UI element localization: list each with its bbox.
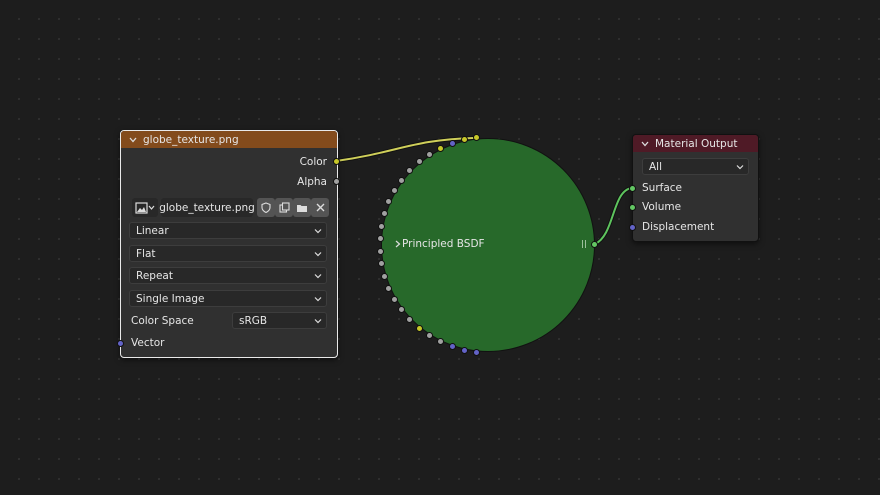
bsdf-input-socket[interactable] bbox=[448, 343, 456, 351]
bsdf-input-socket[interactable] bbox=[415, 324, 423, 332]
extension-value: Repeat bbox=[136, 269, 173, 282]
collapsed-grip-icon bbox=[582, 240, 583, 248]
bsdf-input-socket[interactable] bbox=[378, 222, 386, 230]
bsdf-input-socket[interactable] bbox=[425, 150, 433, 158]
link-bsdf-to-surface[interactable] bbox=[593, 186, 633, 246]
source-value: Single Image bbox=[136, 292, 205, 305]
bsdf-input-socket[interactable] bbox=[460, 346, 468, 354]
displacement-input-label: Displacement bbox=[642, 221, 715, 233]
collapse-chevron-icon[interactable] bbox=[129, 136, 137, 144]
image-selector: globe_texture.png bbox=[129, 198, 329, 217]
collapsed-grip-icon bbox=[585, 240, 586, 248]
unlink-image-button[interactable] bbox=[311, 198, 329, 217]
input-displacement-socket[interactable] bbox=[629, 224, 636, 231]
material-output-node[interactable]: Material Output All Surface Volume Displ… bbox=[629, 134, 759, 242]
vector-input-label: Vector bbox=[131, 337, 165, 349]
interpolation-dropdown[interactable]: Linear bbox=[129, 222, 327, 239]
output-alpha-socket[interactable] bbox=[333, 178, 340, 185]
collapse-chevron-icon[interactable] bbox=[641, 140, 649, 148]
chevron-down-icon bbox=[314, 319, 322, 324]
input-volume-socket[interactable] bbox=[629, 204, 636, 211]
duplicate-icon bbox=[278, 202, 290, 213]
image-texture-node[interactable]: globe_texture.png Color Alpha globe_text… bbox=[117, 130, 340, 358]
bsdf-input-socket[interactable] bbox=[436, 144, 444, 152]
bsdf-input-socket[interactable] bbox=[473, 348, 481, 356]
output-color-label: Color bbox=[299, 156, 327, 168]
bsdf-input-socket[interactable] bbox=[398, 176, 406, 184]
fake-user-button[interactable] bbox=[257, 198, 275, 217]
chevron-down-icon bbox=[314, 297, 322, 302]
open-image-button[interactable] bbox=[293, 198, 311, 217]
principled-bsdf-title: Principled BSDF bbox=[402, 238, 485, 250]
image-icon bbox=[135, 201, 155, 214]
bsdf-input-socket[interactable] bbox=[415, 158, 423, 166]
output-color-socket[interactable] bbox=[333, 158, 340, 165]
target-dropdown[interactable]: All bbox=[642, 158, 749, 175]
surface-input-label: Surface bbox=[642, 182, 683, 194]
chevron-down-icon bbox=[314, 229, 322, 234]
chevron-down-icon bbox=[314, 274, 322, 279]
bsdf-input-socket[interactable] bbox=[376, 235, 384, 243]
chevron-down-icon bbox=[314, 252, 322, 257]
extension-dropdown[interactable]: Repeat bbox=[129, 267, 327, 284]
material-output-title: Material Output bbox=[655, 137, 738, 150]
expand-chevron-icon[interactable] bbox=[395, 240, 401, 248]
color-space-dropdown[interactable]: sRGB bbox=[232, 312, 327, 329]
bsdf-input-socket[interactable] bbox=[381, 272, 389, 280]
projection-dropdown[interactable]: Flat bbox=[129, 245, 327, 262]
input-vector-socket[interactable] bbox=[117, 340, 124, 347]
close-icon bbox=[316, 203, 324, 212]
source-dropdown[interactable]: Single Image bbox=[129, 290, 327, 307]
bsdf-input-socket[interactable] bbox=[436, 338, 444, 346]
projection-value: Flat bbox=[136, 247, 156, 260]
volume-input-label: Volume bbox=[642, 201, 682, 213]
chevron-down-icon bbox=[736, 165, 744, 170]
output-bsdf-socket[interactable] bbox=[591, 241, 598, 248]
folder-icon bbox=[297, 204, 307, 212]
material-output-header[interactable]: Material Output bbox=[633, 135, 758, 152]
color-space-label: Color Space bbox=[131, 315, 194, 327]
image-browse-button[interactable] bbox=[132, 198, 158, 217]
image-texture-title: globe_texture.png bbox=[143, 133, 239, 146]
output-alpha-label: Alpha bbox=[297, 176, 327, 188]
interpolation-value: Linear bbox=[136, 224, 169, 237]
bsdf-input-socket[interactable] bbox=[448, 139, 456, 147]
target-value: All bbox=[649, 160, 663, 173]
bsdf-input-socket[interactable] bbox=[425, 332, 433, 340]
color-space-value: sRGB bbox=[239, 314, 268, 327]
bsdf-input-socket[interactable] bbox=[376, 247, 384, 255]
image-name-field[interactable]: globe_texture.png bbox=[159, 198, 255, 217]
image-texture-header[interactable]: globe_texture.png bbox=[121, 131, 337, 148]
bsdf-input-socket[interactable] bbox=[406, 316, 414, 324]
duplicate-image-button[interactable] bbox=[275, 198, 293, 217]
bsdf-input-socket[interactable] bbox=[460, 136, 468, 144]
shield-icon bbox=[261, 202, 271, 213]
input-surface-socket[interactable] bbox=[629, 185, 636, 192]
